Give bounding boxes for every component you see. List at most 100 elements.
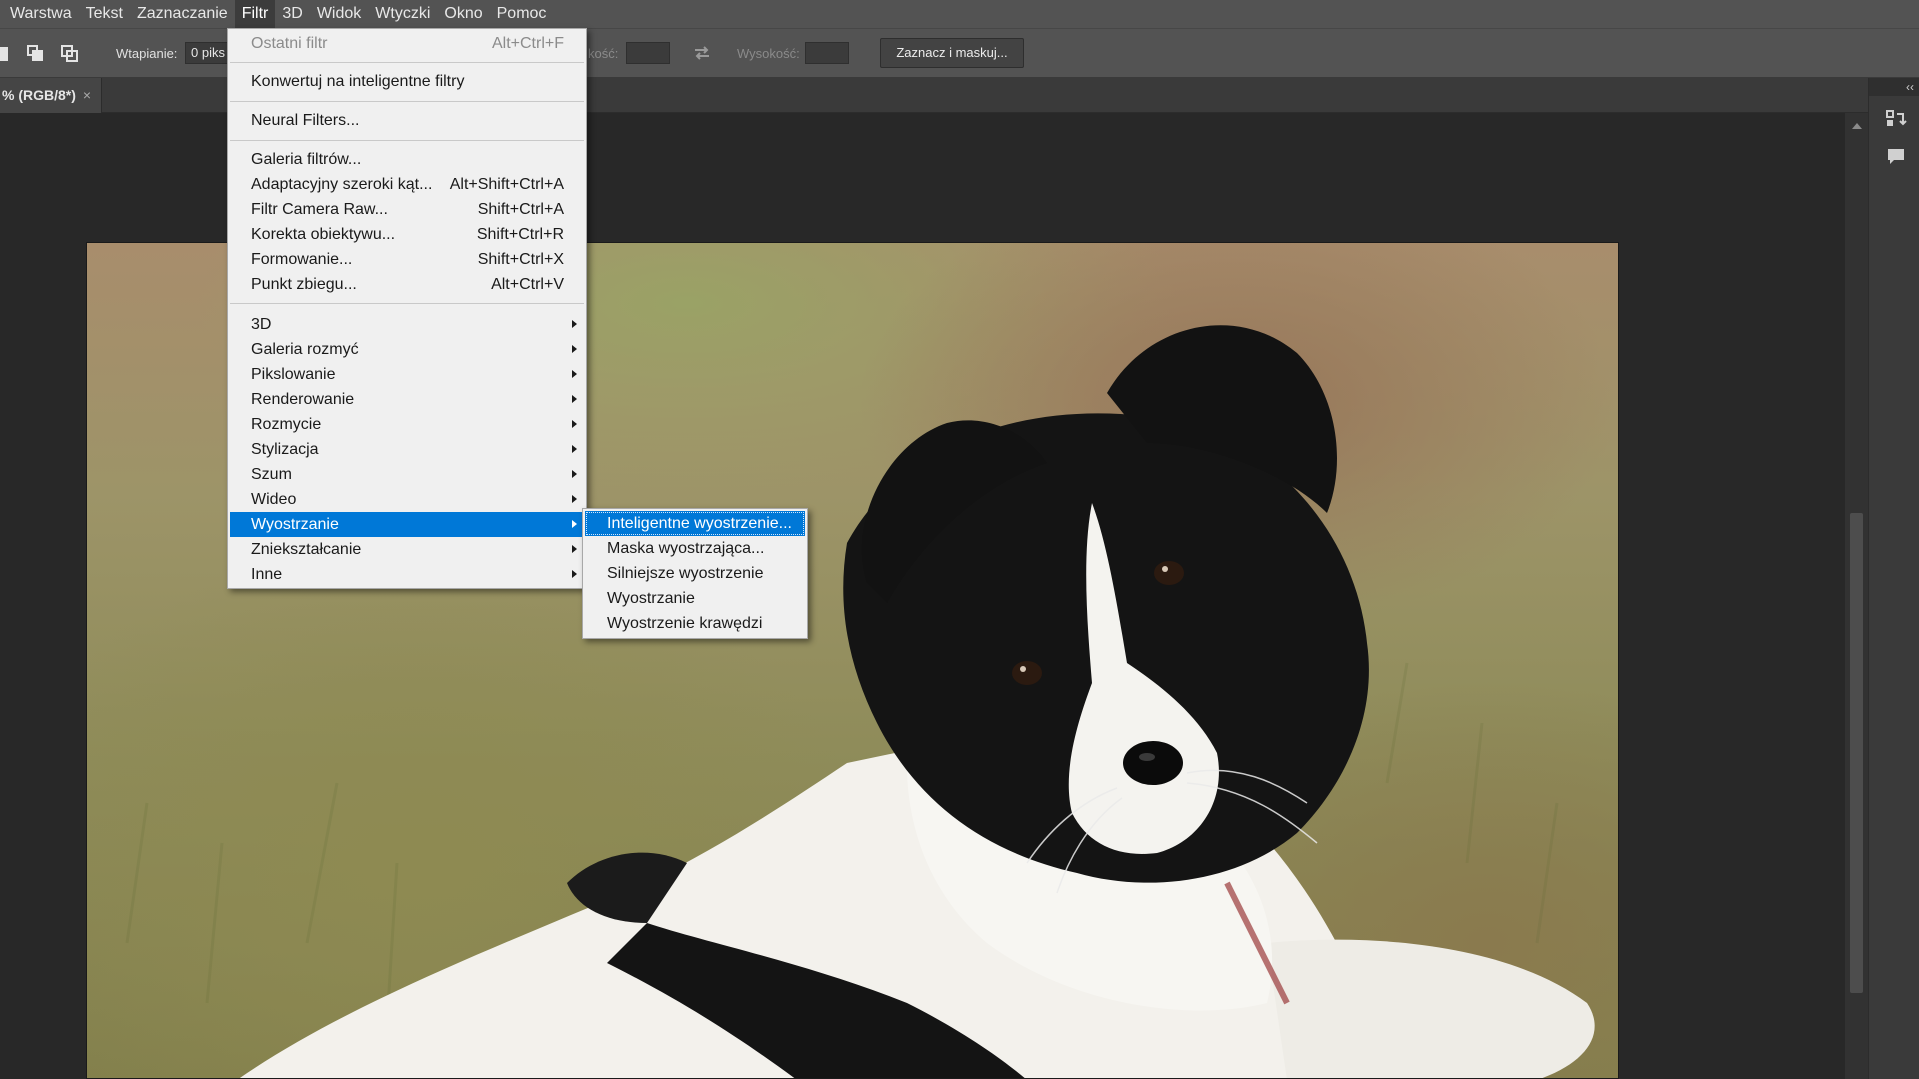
submenu-arrow-icon bbox=[572, 545, 577, 553]
menu-item-convert-smart-filters[interactable]: Konwertuj na inteligentne filtry bbox=[230, 69, 584, 94]
menu-item-distort[interactable]: Zniekształcanie bbox=[230, 537, 584, 562]
menu-item-sharpen-basic[interactable]: Wyostrzanie bbox=[585, 586, 805, 611]
menu-item-sharpen[interactable]: Wyostrzanie bbox=[230, 512, 584, 537]
submenu-arrow-icon bbox=[572, 395, 577, 403]
menu-item-lens-correction[interactable]: Korekta obiektywu... Shift+Ctrl+R bbox=[230, 222, 584, 247]
scroll-up-icon[interactable] bbox=[1852, 123, 1862, 129]
submenu-arrow-icon bbox=[572, 345, 577, 353]
menu-item-liquify[interactable]: Formowanie... Shift+Ctrl+X bbox=[230, 247, 584, 272]
menu-item-label: Inne bbox=[251, 566, 283, 583]
menu-item-sharpen-edges[interactable]: Wyostrzenie krawędzi bbox=[585, 611, 805, 636]
menu-item-shortcut: Alt+Ctrl+V bbox=[491, 276, 564, 293]
menu-item-unsharp-mask[interactable]: Maska wyostrzająca... bbox=[585, 536, 805, 561]
menu-item-video[interactable]: Wideo bbox=[230, 487, 584, 512]
menu-item-label: Rozmycie bbox=[251, 416, 322, 433]
submenu-arrow-icon bbox=[572, 570, 577, 578]
menu-item-label: Maska wyostrzająca... bbox=[607, 540, 765, 557]
menu-item-label: Konwertuj na inteligentne filtry bbox=[251, 73, 465, 90]
menu-item-adaptive-wide-angle[interactable]: Adaptacyjny szeroki kąt... Alt+Shift+Ctr… bbox=[230, 172, 584, 197]
menu-item-camera-raw[interactable]: Filtr Camera Raw... Shift+Ctrl+A bbox=[230, 197, 584, 222]
menu-item-label: Adaptacyjny szeroki kąt... bbox=[251, 176, 433, 193]
menu-item-label: Silniejsze wyostrzenie bbox=[607, 565, 764, 582]
scroll-thumb[interactable] bbox=[1850, 513, 1863, 993]
menu-item-label: Wideo bbox=[251, 491, 297, 508]
history-panel-icon[interactable] bbox=[1885, 108, 1907, 130]
menu-item-label: Zniekształcanie bbox=[251, 541, 362, 558]
feather-label: Wtapianie: bbox=[116, 46, 178, 61]
vertical-scrollbar[interactable] bbox=[1845, 113, 1868, 1079]
submenu-arrow-icon bbox=[572, 470, 577, 478]
menu-item-filter-gallery[interactable]: Galeria filtrów... bbox=[230, 147, 584, 172]
menu-item-shortcut: Shift+Ctrl+A bbox=[477, 201, 564, 218]
menu-item-shortcut: Alt+Shift+Ctrl+A bbox=[449, 176, 564, 193]
document-tab-title: % (RGB/8*) bbox=[2, 87, 76, 103]
menu-separator bbox=[230, 303, 584, 304]
width-label: kość: bbox=[588, 46, 619, 61]
menu-item-label: Szum bbox=[251, 466, 292, 483]
height-input[interactable] bbox=[805, 42, 849, 64]
width-input[interactable] bbox=[626, 42, 670, 64]
feather-input[interactable]: 0 piks bbox=[185, 42, 229, 64]
menu-item-stylize[interactable]: Stylizacja bbox=[230, 437, 584, 462]
sharpen-submenu: Inteligentne wyostrzenie... Maska wyostr… bbox=[582, 508, 808, 639]
menu-item-blur-gallery[interactable]: Galeria rozmyć bbox=[230, 337, 584, 362]
menu-filtr[interactable]: Filtr bbox=[234, 0, 276, 28]
menu-item-shortcut: Shift+Ctrl+X bbox=[477, 251, 564, 268]
menu-item-label: 3D bbox=[251, 316, 272, 333]
menu-item-sharpen-more[interactable]: Silniejsze wyostrzenie bbox=[585, 561, 805, 586]
menu-item-label: Punkt zbiegu... bbox=[251, 276, 357, 293]
swap-icon[interactable] bbox=[692, 44, 712, 62]
subtract-selection-icon[interactable] bbox=[27, 45, 45, 63]
intersect-selection-icon[interactable] bbox=[61, 45, 79, 63]
menu-item-render[interactable]: Renderowanie bbox=[230, 387, 584, 412]
menu-item-other[interactable]: Inne bbox=[230, 562, 584, 587]
comments-icon[interactable] bbox=[1885, 146, 1907, 168]
new-layer-icon[interactable] bbox=[0, 45, 18, 63]
menu-pomoc[interactable]: Pomoc bbox=[490, 0, 554, 28]
menu-item-vanishing-point[interactable]: Punkt zbiegu... Alt+Ctrl+V bbox=[230, 272, 584, 297]
menu-wtyczki[interactable]: Wtyczki bbox=[368, 0, 437, 28]
menu-okno[interactable]: Okno bbox=[437, 0, 489, 28]
menu-item-label: Pikslowanie bbox=[251, 366, 336, 383]
menu-item-shortcut: Shift+Ctrl+R bbox=[476, 226, 564, 243]
menu-item-smart-sharpen[interactable]: Inteligentne wyostrzenie... bbox=[585, 511, 805, 536]
menu-item-label: Formowanie... bbox=[251, 251, 353, 268]
menu-item-label: Galeria rozmyć bbox=[251, 341, 359, 358]
menu-separator bbox=[230, 101, 584, 102]
menu-item-label: Ostatni filtr bbox=[251, 35, 328, 52]
menu-item-label: Galeria filtrów... bbox=[251, 151, 362, 168]
right-panel-dock: ‹‹ bbox=[1868, 78, 1919, 1079]
height-label: Wysokość: bbox=[737, 46, 800, 61]
menu-item-blur[interactable]: Rozmycie bbox=[230, 412, 584, 437]
submenu-arrow-icon bbox=[572, 520, 577, 528]
submenu-arrow-icon bbox=[572, 445, 577, 453]
menu-item-noise[interactable]: Szum bbox=[230, 462, 584, 487]
menu-3d[interactable]: 3D bbox=[275, 0, 309, 28]
menu-separator bbox=[230, 140, 584, 141]
menu-item-3d[interactable]: 3D bbox=[230, 312, 584, 337]
menu-separator bbox=[230, 62, 584, 63]
menu-tekst[interactable]: Tekst bbox=[79, 0, 130, 28]
menu-item-neural-filters[interactable]: Neural Filters... bbox=[230, 108, 584, 133]
collapse-panels-icon[interactable]: ‹‹ bbox=[1906, 78, 1914, 96]
menu-bar: Warstwa Tekst Zaznaczanie Filtr 3D Widok… bbox=[0, 0, 1919, 28]
submenu-arrow-icon bbox=[572, 370, 577, 378]
select-and-mask-button[interactable]: Zaznacz i maskuj... bbox=[880, 38, 1024, 68]
submenu-arrow-icon bbox=[572, 495, 577, 503]
menu-item-label: Wyostrzanie bbox=[251, 516, 339, 533]
menu-item-pixelate[interactable]: Pikslowanie bbox=[230, 362, 584, 387]
menu-item-label: Korekta obiektywu... bbox=[251, 226, 396, 243]
menu-item-label: Renderowanie bbox=[251, 391, 355, 408]
menu-zaznaczanie[interactable]: Zaznaczanie bbox=[130, 0, 235, 28]
menu-item-label: Neural Filters... bbox=[251, 112, 360, 129]
panel-dock-header: ‹‹ bbox=[1869, 78, 1919, 96]
menu-item-label: Wyostrzanie bbox=[607, 590, 695, 607]
menu-warstwa[interactable]: Warstwa bbox=[3, 0, 79, 28]
menu-widok[interactable]: Widok bbox=[310, 0, 368, 28]
document-tab[interactable]: % (RGB/8*) × bbox=[0, 78, 102, 113]
submenu-arrow-icon bbox=[572, 420, 577, 428]
menu-item-last-filter[interactable]: Ostatni filtr Alt+Ctrl+F bbox=[230, 31, 584, 56]
menu-item-shortcut: Alt+Ctrl+F bbox=[491, 35, 564, 52]
close-icon[interactable]: × bbox=[83, 78, 91, 113]
menu-item-label: Filtr Camera Raw... bbox=[251, 201, 388, 218]
